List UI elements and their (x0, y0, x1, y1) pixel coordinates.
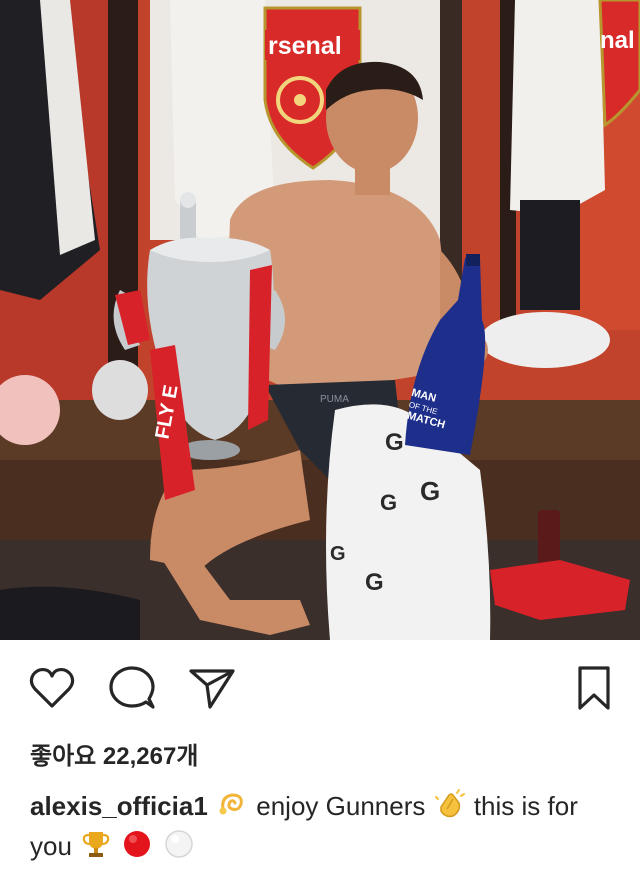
share-icon[interactable] (188, 664, 236, 712)
svg-text:rsenal: rsenal (268, 32, 342, 60)
svg-text:PUMA: PUMA (320, 394, 349, 405)
likes-count[interactable]: 좋아요 22,267개 (30, 736, 198, 771)
post-photo[interactable]: rsenal nal PUMA FLY E G G G G G MAN OF T… (0, 0, 640, 640)
post-photo-illustration: rsenal nal PUMA FLY E G G G G G MAN OF T… (0, 0, 640, 640)
clapping-hands-emoji-icon (434, 789, 465, 819)
svg-text:G: G (380, 490, 397, 515)
trophy-emoji-icon (81, 829, 111, 859)
bookmark-icon[interactable] (570, 664, 618, 712)
heart-icon[interactable] (28, 664, 76, 712)
caption-username[interactable]: alexis_officia1 (30, 791, 208, 821)
svg-text:G: G (420, 476, 440, 506)
caption-text-part1: enjoy Gunners (256, 791, 426, 821)
svg-text:G: G (365, 569, 384, 596)
comment-icon[interactable] (108, 664, 156, 712)
svg-text:nal: nal (600, 27, 635, 54)
red-circle-emoji-icon (122, 829, 152, 859)
svg-text:G: G (330, 543, 346, 565)
dizzy-emoji-icon (217, 789, 247, 819)
post-action-bar (0, 654, 640, 720)
white-circle-emoji-icon (164, 829, 194, 859)
post-caption: alexis_officia1 enjoy Gunners this is fo… (30, 786, 610, 866)
svg-text:G: G (385, 429, 404, 456)
